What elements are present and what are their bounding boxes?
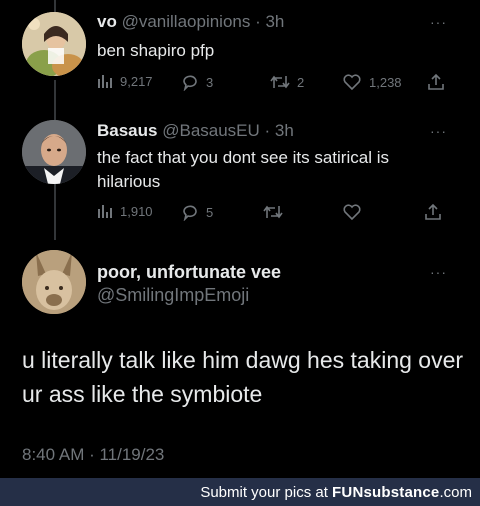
display-name[interactable]: vo	[97, 12, 117, 31]
action-bar: 9,217 3 2 1,238	[97, 73, 457, 93]
handle[interactable]: @SmilingImpEmoji	[97, 285, 249, 306]
like-button[interactable]	[342, 203, 362, 221]
tweet-2[interactable]: Basaus @BasausEU · 3h ··· the fact that …	[0, 110, 480, 235]
heart-icon	[343, 204, 361, 221]
heart-icon	[343, 74, 361, 91]
bar-chart-icon	[98, 75, 112, 88]
tweet-header: Basaus @BasausEU · 3h	[97, 121, 294, 141]
avatar[interactable]	[22, 12, 86, 76]
views-button[interactable]: 9,217	[97, 73, 153, 89]
watermark-prefix: Submit your pics at	[200, 484, 333, 501]
reply-button[interactable]: 5	[181, 203, 213, 221]
avatar[interactable]	[22, 250, 86, 314]
handle-time[interactable]: @BasausEU · 3h	[162, 121, 294, 140]
watermark-brand: FUNsubstance	[332, 484, 440, 501]
like-button[interactable]: 1,238	[342, 73, 402, 91]
avatar-image-icon	[22, 12, 86, 76]
display-name[interactable]: Basaus	[97, 121, 157, 140]
watermark-text: Submit your pics at FUNsubstance.com	[200, 484, 472, 501]
retweet-button[interactable]: 2	[270, 73, 304, 91]
more-button[interactable]: ···	[430, 14, 447, 30]
avatar[interactable]	[22, 120, 86, 184]
retweet-icon	[270, 75, 290, 89]
share-icon	[425, 203, 441, 220]
tweet-header: vo @vanillaopinions · 3h	[97, 12, 284, 32]
retweet-button[interactable]	[263, 203, 283, 221]
more-button[interactable]: ···	[430, 264, 447, 280]
share-button[interactable]	[424, 203, 442, 221]
reply-icon	[183, 75, 197, 91]
reply-button[interactable]: 3	[181, 73, 213, 91]
tweet-text: ben shapiro pfp	[97, 41, 215, 60]
more-button[interactable]: ···	[430, 123, 447, 139]
share-button[interactable]	[427, 73, 445, 91]
main-tweet: poor, unfortunate vee @SmilingImpEmoji ·…	[0, 240, 480, 478]
views-count: 1,910	[120, 203, 153, 219]
tweet-1[interactable]: vo @vanillaopinions · 3h ··· ben shapiro…	[0, 0, 480, 110]
views-button[interactable]: 1,910	[97, 203, 153, 219]
retweet-icon	[263, 205, 283, 219]
share-icon	[428, 73, 444, 90]
display-name[interactable]: poor, unfortunate vee	[97, 262, 281, 283]
avatar-image-icon	[22, 120, 86, 184]
avatar-image-icon	[22, 250, 86, 314]
retweet-count: 2	[297, 74, 305, 90]
reply-count: 3	[206, 74, 214, 90]
tweet-text: the fact that you dont see its satirical…	[97, 148, 389, 191]
reply-count: 5	[206, 204, 214, 220]
views-count: 9,217	[120, 73, 153, 89]
timestamp[interactable]: 8:40 AM · 11/19/23	[22, 445, 164, 465]
like-count: 1,238	[369, 74, 402, 90]
watermark-suffix: .com	[439, 484, 472, 501]
action-bar: 1,910 5	[97, 203, 457, 223]
handle-time[interactable]: @vanillaopinions · 3h	[122, 12, 285, 31]
bar-chart-icon	[98, 205, 112, 218]
tweet-text: u literally talk like him dawg hes takin…	[22, 347, 464, 407]
reply-icon	[183, 205, 197, 221]
watermark-banner: Submit your pics at FUNsubstance.com	[0, 478, 480, 506]
